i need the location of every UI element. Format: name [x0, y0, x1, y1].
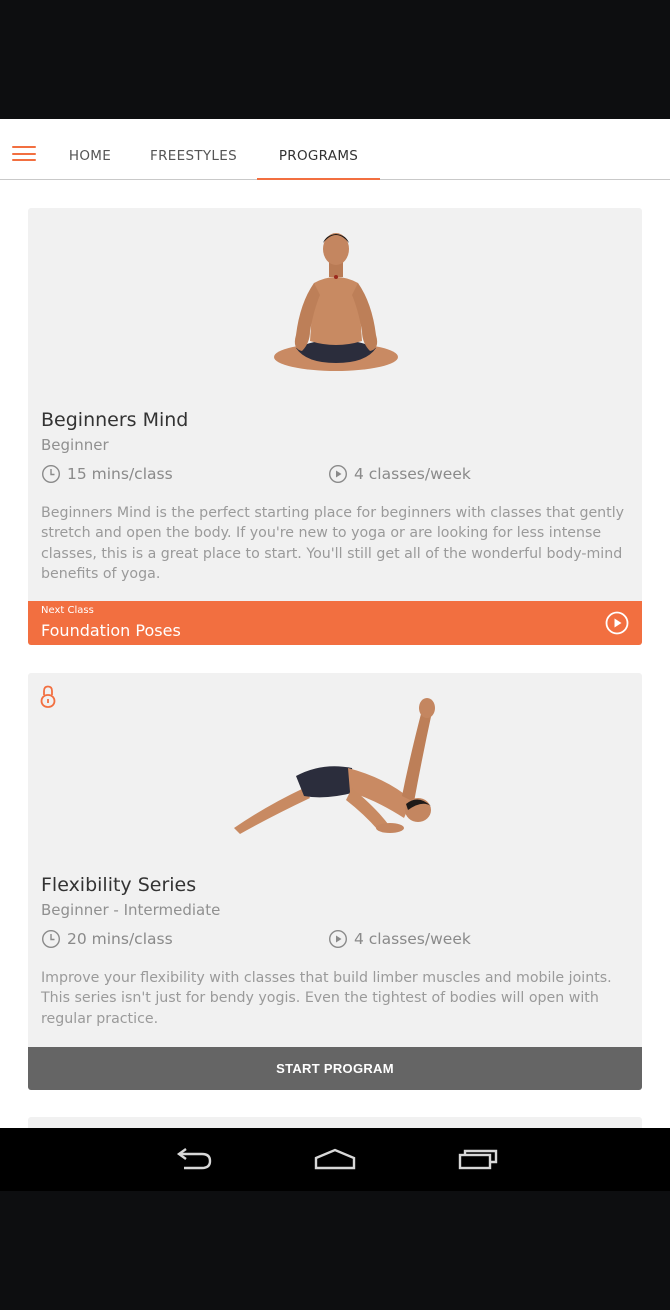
frequency-text: 4 classes/week — [354, 930, 471, 948]
tab-home[interactable]: HOME — [52, 119, 128, 179]
bottom-area — [0, 1191, 670, 1310]
frequency-stat: 4 classes/week — [328, 929, 471, 949]
duration-text: 20 mins/class — [67, 930, 173, 948]
tab-freestyles[interactable]: FREESTYLES — [140, 119, 247, 179]
tab-programs-label: PROGRAMS — [278, 148, 359, 164]
play-circle-icon[interactable] — [605, 611, 629, 635]
hamburger-menu-icon[interactable] — [12, 146, 36, 162]
program-level: Beginner - Intermediate — [41, 901, 221, 919]
clock-icon — [41, 929, 61, 949]
tab-freestyles-label: FREESTYLES — [150, 148, 237, 164]
play-circle-icon — [328, 464, 348, 484]
tab-home-label: HOME — [68, 148, 112, 164]
home-icon[interactable] — [313, 1146, 357, 1174]
play-circle-icon — [328, 929, 348, 949]
system-nav-bar — [0, 1128, 670, 1191]
recents-icon[interactable] — [457, 1146, 499, 1174]
active-tab-indicator — [257, 177, 380, 180]
app-screen: HOME FREESTYLES PROGRAMS Beginners Mind — [0, 119, 670, 1128]
duration-stat: 20 mins/class — [41, 929, 173, 949]
duration-text: 15 mins/class — [67, 465, 173, 483]
stretch-pose-image — [234, 698, 435, 834]
program-card-peek[interactable] — [28, 1117, 642, 1128]
next-class-label: Next Class — [41, 605, 94, 616]
program-description: Improve your flexibility with classes th… — [41, 970, 612, 1027]
lock-icon — [40, 685, 56, 708]
program-card-flexibility-series[interactable]: Flexibility Series Beginner - Intermedia… — [28, 673, 642, 1090]
back-icon[interactable] — [172, 1146, 214, 1174]
top-tab-bar: HOME FREESTYLES PROGRAMS — [0, 119, 670, 180]
clock-icon — [41, 464, 61, 484]
program-description: Beginners Mind is the perfect starting p… — [41, 505, 625, 582]
next-class-button[interactable]: Next Class Foundation Poses — [28, 601, 642, 645]
program-card-beginners-mind[interactable]: Beginners Mind Beginner 15 mins/class 4 … — [28, 208, 642, 645]
frequency-stat: 4 classes/week — [328, 464, 471, 484]
tab-programs[interactable]: PROGRAMS — [257, 119, 380, 180]
program-title: Flexibility Series — [41, 874, 197, 896]
duration-stat: 15 mins/class — [41, 464, 173, 484]
lotus-pose-image — [274, 233, 398, 371]
status-bar-area — [0, 0, 670, 119]
next-class-title: Foundation Poses — [41, 621, 181, 640]
program-level: Beginner — [41, 436, 109, 454]
program-title: Beginners Mind — [41, 409, 189, 431]
frequency-text: 4 classes/week — [354, 465, 471, 483]
start-program-button[interactable]: START PROGRAM — [28, 1047, 642, 1090]
